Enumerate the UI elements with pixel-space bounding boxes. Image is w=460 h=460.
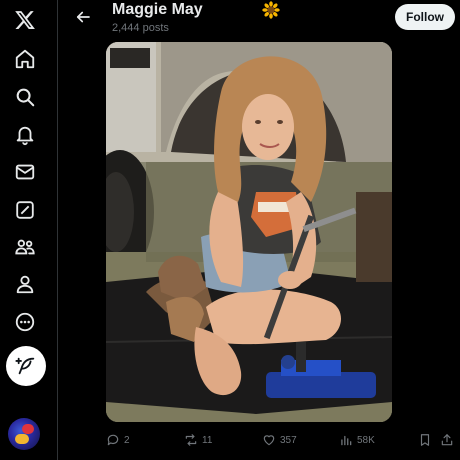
x-logo-icon[interactable]	[7, 2, 43, 38]
reply-count: 2	[124, 434, 130, 446]
repost-button[interactable]: 11	[184, 428, 212, 452]
feather-plus-icon	[15, 355, 37, 377]
search-icon[interactable]	[7, 79, 43, 115]
like-count: 357	[280, 434, 297, 446]
share-button[interactable]	[440, 428, 454, 452]
bookmark-button[interactable]	[418, 428, 432, 452]
messages-envelope-icon[interactable]	[7, 154, 43, 190]
follow-button[interactable]: Follow	[395, 4, 455, 30]
posts-count: 2,444 posts	[112, 22, 169, 34]
bookmark-icon	[418, 433, 432, 447]
grok-icon[interactable]	[7, 192, 43, 228]
post-photo[interactable]	[106, 42, 392, 422]
views-chart-icon	[339, 433, 353, 447]
profile-header: Maggie May 2,444 posts Follow	[58, 0, 460, 40]
avatar-accent	[22, 424, 34, 434]
compose-post-button[interactable]	[6, 346, 46, 386]
share-icon	[440, 433, 454, 447]
like-button[interactable]: 357	[262, 428, 297, 452]
home-icon[interactable]	[7, 41, 43, 77]
account-avatar[interactable]	[8, 418, 40, 450]
profile-name: Maggie May	[112, 1, 203, 18]
repost-icon	[184, 433, 198, 447]
communities-icon[interactable]	[7, 229, 43, 265]
reply-button[interactable]: 2	[106, 428, 130, 452]
reply-icon	[106, 433, 120, 447]
more-circle-icon[interactable]	[7, 304, 43, 340]
left-nav-rail	[0, 0, 58, 460]
views-button[interactable]: 58K	[339, 428, 375, 452]
heart-icon	[262, 433, 276, 447]
avatar-accent	[15, 434, 29, 444]
repost-count: 11	[202, 434, 213, 446]
profile-icon[interactable]	[7, 266, 43, 302]
back-arrow-icon[interactable]	[66, 4, 100, 30]
notifications-bell-icon[interactable]	[7, 117, 43, 153]
views-count: 58K	[357, 434, 375, 446]
post-actions-bar: 2 11 357 58K	[106, 428, 460, 452]
sunflower-icon	[262, 1, 280, 19]
